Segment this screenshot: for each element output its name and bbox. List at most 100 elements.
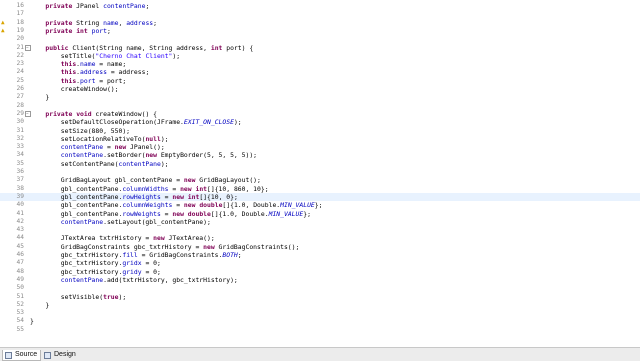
- warning-icon[interactable]: ▲: [1, 27, 7, 34]
- line-number: 27: [16, 93, 24, 101]
- line-number: 53: [16, 309, 24, 317]
- line-number: 46: [16, 251, 24, 258]
- line-number: 39: [16, 192, 24, 200]
- line-number: 29: [16, 109, 24, 117]
- line-number: 20: [16, 35, 24, 43]
- code-line[interactable]: 39 gbl_contentPane.rowHeights = new int[…: [0, 192, 640, 202]
- line-number: 55: [16, 325, 24, 333]
- code-line[interactable]: 35 setContentPane(contentPane);: [0, 160, 640, 168]
- line-number: 31: [16, 126, 24, 134]
- code-text: gbc_txtrHistory.fill = GridBagConstraint…: [30, 251, 242, 259]
- line-number: 16: [16, 2, 24, 9]
- line-number: 38: [16, 184, 24, 192]
- code-line[interactable]: 26 createWindow();: [0, 85, 640, 93]
- code-line[interactable]: 21− public Client(String name, String ad…: [0, 44, 640, 52]
- code-line[interactable]: 50: [0, 284, 640, 292]
- code-line[interactable]: 55: [0, 326, 640, 334]
- code-line[interactable]: 31 setSize(880, 550);: [0, 127, 640, 135]
- line-number: 23: [16, 60, 24, 68]
- code-text: setVisible(true);: [30, 292, 127, 301]
- code-line[interactable]: 16 private JPanel contentPane;: [0, 2, 640, 10]
- code-text: gbl_contentPane.rowHeights = new int[]{1…: [30, 192, 238, 201]
- source-icon: [5, 351, 12, 359]
- code-line[interactable]: 18 ▲ private String name, address;: [0, 19, 640, 27]
- code-line[interactable]: 45 GridBagConstraints gbc_txtrHistory = …: [0, 243, 640, 251]
- code-line[interactable]: 36: [0, 168, 640, 176]
- code-line[interactable]: 20: [0, 35, 640, 43]
- line-number: 26: [16, 85, 24, 92]
- code-line[interactable]: 30 setDefaultCloseOperation(JFrame.EXIT_…: [0, 118, 640, 126]
- code-text: setLocationRelativeTo(null);: [30, 134, 169, 143]
- code-line[interactable]: 53: [0, 309, 640, 317]
- code-line[interactable]: 54}: [0, 317, 640, 325]
- code-line[interactable]: 51 setVisible(true);: [0, 293, 640, 301]
- tab-source[interactable]: Source: [2, 350, 42, 361]
- line-number: 40: [16, 201, 24, 209]
- line-number: 35: [16, 159, 24, 167]
- code-text: contentPane.setBorder(new EmptyBorder(5,…: [60, 151, 258, 160]
- line-number: 49: [16, 275, 24, 283]
- code-text: private void createWindow() {: [45, 109, 157, 118]
- code-text: }: [30, 93, 50, 102]
- line-number: 42: [16, 217, 24, 225]
- code-text: setDefaultCloseOperation(JFrame.EXIT_ON_…: [30, 118, 242, 127]
- code-line[interactable]: 52 }: [0, 301, 640, 309]
- code-line[interactable]: 32 setLocationRelativeTo(null);: [0, 135, 640, 143]
- code-line[interactable]: 40 gbl_contentPane.columnWeights = new d…: [0, 201, 640, 209]
- code-text: gbl_contentPane.columnWeights = new doub…: [30, 201, 323, 210]
- code-line[interactable]: 22 setTitle("Cherno Chat Client");: [0, 52, 640, 60]
- code-line[interactable]: 41 gbl_contentPane.rowWeights = new doub…: [0, 210, 640, 218]
- code-text: this.name = name;: [60, 60, 127, 69]
- code-line[interactable]: 37 GridBagLayout gbl_contentPane = new G…: [0, 176, 640, 184]
- code-editor[interactable]: 16 private JPanel contentPane; 17 18 ▲ priv…: [0, 0, 640, 347]
- line-number: 34: [16, 151, 24, 159]
- code-line[interactable]: 25 this.port = port;: [0, 77, 640, 85]
- code-line[interactable]: 49 contentPane.add(txtrHistory, gbc_txtr…: [0, 276, 640, 284]
- code-line[interactable]: 27 }: [0, 93, 640, 101]
- code-line[interactable]: 23 this.name = name;: [0, 60, 640, 68]
- code-text: JTextArea txtrHistory = new JTextArea();: [30, 234, 215, 243]
- code-text: gbl_contentPane.rowWeights = new double[…: [30, 209, 311, 218]
- code-line[interactable]: 29− private void createWindow() {: [0, 110, 640, 118]
- code-line[interactable]: 17: [0, 10, 640, 18]
- code-text: GridBagLayout gbl_contentPane = new Grid…: [30, 176, 261, 185]
- code-text: this.port = port;: [60, 76, 127, 85]
- warning-icon[interactable]: ▲: [1, 19, 7, 26]
- code-line[interactable]: 42 contentPane.setLayout(gbl_contentPane…: [0, 218, 640, 226]
- line-number: 25: [16, 76, 24, 84]
- code-text: public Client(String name, String addres…: [45, 43, 254, 52]
- code-text: contentPane.add(txtrHistory, gbc_txtrHis…: [60, 275, 238, 284]
- code-line[interactable]: 46 gbc_txtrHistory.fill = GridBagConstra…: [0, 251, 640, 259]
- code-line[interactable]: 43: [0, 226, 640, 234]
- code-line[interactable]: 28: [0, 102, 640, 110]
- line-number: 32: [16, 134, 24, 142]
- code-text: GridBagConstraints gbc_txtrHistory = new…: [30, 242, 300, 251]
- line-number: 45: [16, 242, 24, 250]
- line-number: 30: [16, 118, 24, 126]
- code-text: gbc_txtrHistory.gridy = 0;: [30, 267, 161, 276]
- line-number: 36: [16, 168, 24, 175]
- line-number: 52: [16, 300, 24, 308]
- code-text: setSize(880, 550);: [30, 126, 131, 135]
- line-number: 37: [16, 176, 24, 184]
- code-text: contentPane = new JPanel();: [60, 143, 165, 152]
- code-text: private int port;: [45, 26, 111, 35]
- code-line[interactable]: 44 JTextArea txtrHistory = new JTextArea…: [0, 234, 640, 242]
- line-number: 54: [16, 317, 24, 325]
- code-line[interactable]: 38 gbl_contentPane.columnWidths = new in…: [0, 185, 640, 193]
- line-number: 24: [16, 68, 24, 76]
- code-line[interactable]: 48 gbc_txtrHistory.gridy = 0;: [0, 268, 640, 276]
- tab-design-label: Design: [54, 351, 76, 358]
- line-number: 21: [16, 43, 24, 51]
- line-number: 47: [16, 259, 24, 267]
- code-line[interactable]: 33 contentPane = new JPanel();: [0, 143, 640, 151]
- line-number: 48: [16, 267, 24, 275]
- code-line[interactable]: 19 ▲ private int port;: [0, 27, 640, 35]
- editor-bottom-tabs: Source Design: [0, 347, 640, 361]
- code-line[interactable]: 47 gbc_txtrHistory.gridx = 0;: [0, 259, 640, 267]
- code-line[interactable]: 24 this.address = address;: [0, 68, 640, 76]
- code-line[interactable]: 34 contentPane.setBorder(new EmptyBorder…: [0, 151, 640, 159]
- code-text: gbl_contentPane.columnWidths = new int[]…: [30, 184, 269, 193]
- code-text: setContentPane(contentPane);: [30, 159, 169, 168]
- tab-design[interactable]: Design: [42, 350, 79, 360]
